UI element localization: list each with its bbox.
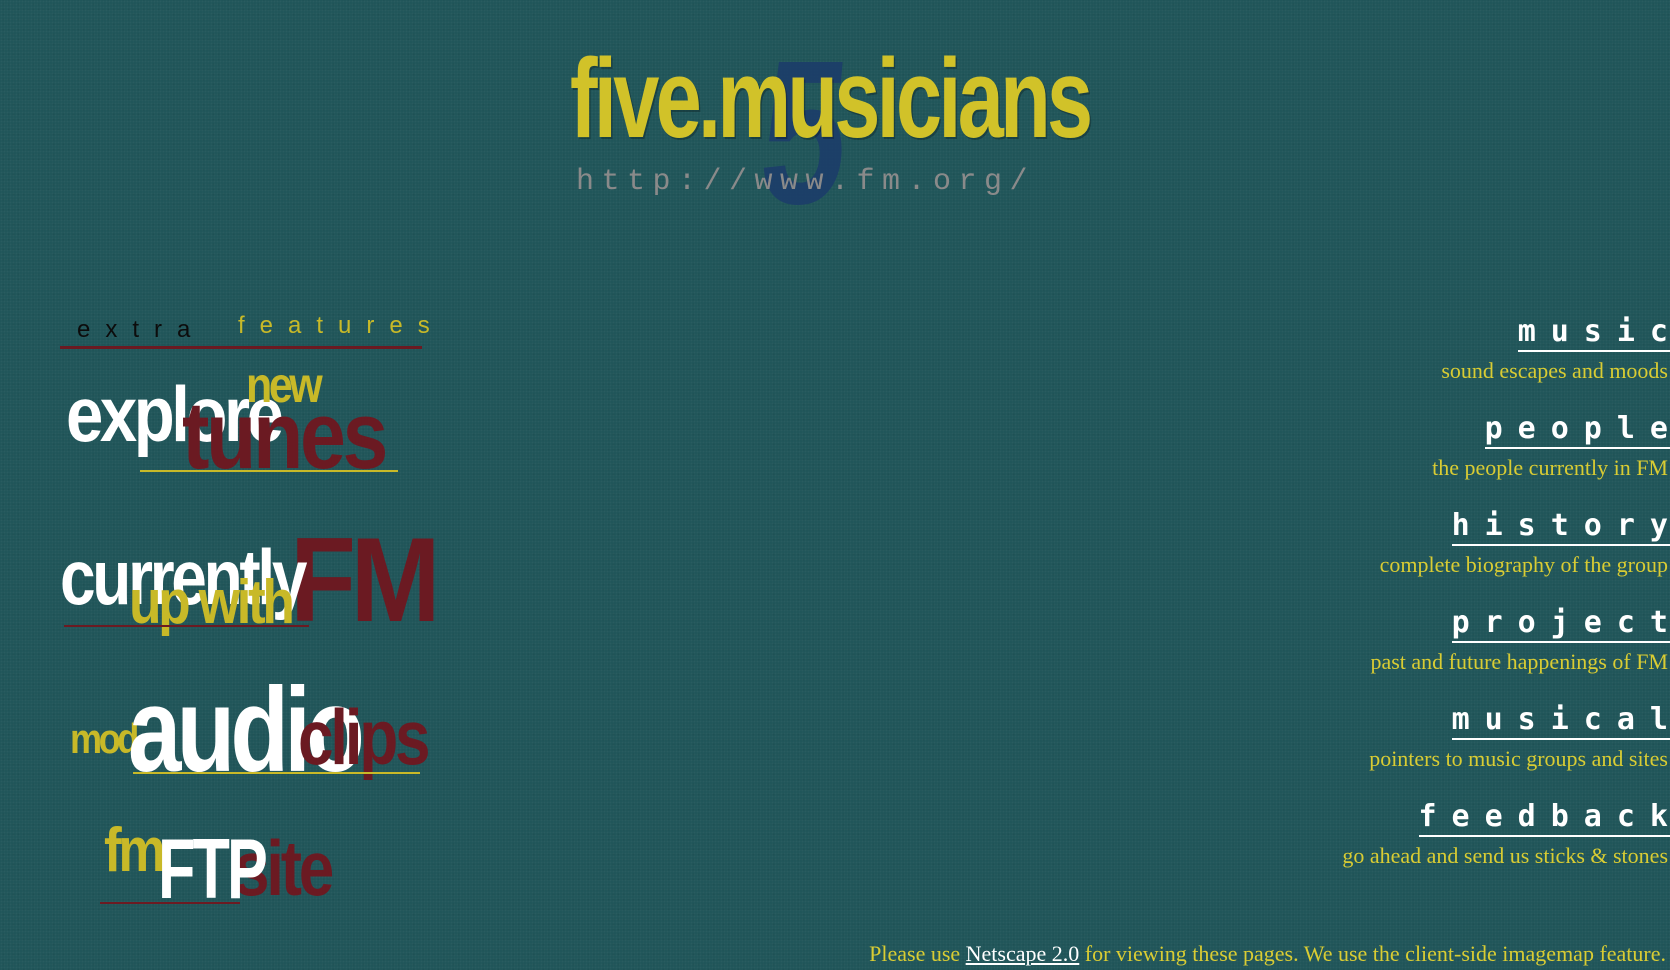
extra-features-heading-part2: features [238,312,445,339]
netscape-link[interactable]: Netscape 2.0 [966,941,1080,966]
currently-up-with-fm-underline [64,625,309,627]
nav-desc-project: past and future happenings of FM [1370,649,1668,674]
currently-up-with-fm-word2: FM [290,513,441,647]
nav-link-feedback[interactable]: feedback [1418,800,1670,837]
nav-link-musical[interactable]: musical [1451,703,1670,740]
nav-item-project: project past and future happenings of FM [1148,606,1670,675]
nav-link-history[interactable]: history [1451,509,1670,546]
extra-features-heading: extra features [60,312,430,349]
fm-ftp-site-word1: fm [104,816,166,885]
nav-desc-feedback: go ahead and send us sticks & stones [1342,843,1668,868]
nav-desc-musical: pointers to music groups and sites [1369,746,1668,771]
fm-ftp-site-underline [100,902,240,904]
nav-desc-history: complete biography of the group [1379,552,1668,577]
logo-title: five.musicians [570,36,1093,161]
mod-audio-clips-underline [133,772,420,774]
currently-up-with-fm-link[interactable]: FM currently up with [60,520,441,650]
nav-desc-people: the people currently in FM [1432,455,1668,480]
nav-link-people[interactable]: people [1484,412,1670,449]
nav-desc-music: sound escapes and moods [1441,358,1668,383]
browser-notice-after: for viewing these pages. We use the clie… [1079,941,1666,966]
nav-item-musical: musical pointers to music groups and sit… [1148,703,1670,772]
explore-new-tunes-word2: new [246,357,323,413]
mod-audio-clips-link[interactable]: mod audio clips [60,670,431,790]
fm-ftp-site-word2: FTP [158,822,268,917]
mod-audio-clips-word1: mod [70,715,139,762]
nav-item-music: music sound escapes and moods [1148,315,1670,384]
explore-new-tunes-link[interactable]: explore tunes new [60,357,430,484]
logo-url: http://www.fm.org/ [576,165,1036,199]
nav-item-people: people the people currently in FM [1148,412,1670,481]
nav-item-feedback: feedback go ahead and send us sticks & s… [1148,800,1670,869]
extra-features-heading-part1: extra [77,316,206,343]
nav-item-history: history complete biography of the group [1148,509,1670,578]
site-logo: 5 five.musicians http://www.fm.org/ [570,18,1093,247]
nav-link-project[interactable]: project [1451,606,1670,643]
explore-new-tunes-underline [140,470,398,472]
browser-notice-before: Please use [869,941,966,966]
mod-audio-clips-word3: clips [298,693,431,781]
browser-notice: Please use Netscape 2.0 for viewing thes… [869,941,1666,967]
nav-link-music[interactable]: music [1517,315,1670,352]
fm-ftp-site-link[interactable]: fm site FTP [100,815,360,912]
